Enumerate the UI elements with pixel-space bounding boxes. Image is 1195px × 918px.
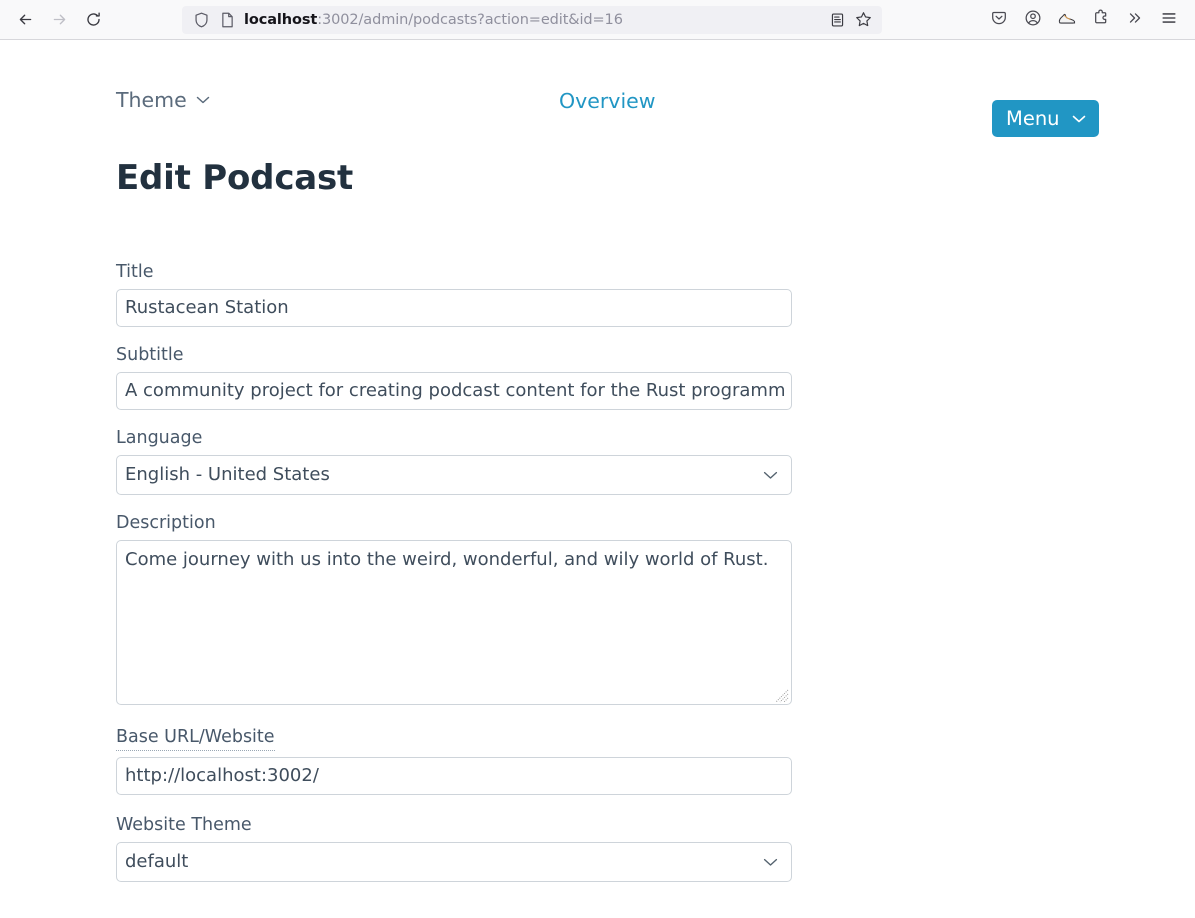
input-title[interactable]: Rustacean Station — [116, 289, 792, 327]
field-subtitle: Subtitle A community project for creatin… — [116, 345, 792, 410]
select-language-wrap: English - United States — [116, 455, 792, 495]
field-description: Description Come journey with us into th… — [116, 513, 792, 705]
forward-button[interactable] — [42, 5, 76, 35]
overview-link[interactable]: Overview — [559, 91, 656, 112]
sneaker-extension-icon — [1057, 9, 1077, 31]
chevron-down-icon — [196, 95, 210, 105]
field-title: Title Rustacean Station — [116, 262, 792, 327]
menu-button[interactable]: Menu — [992, 100, 1099, 137]
label-website-theme: Website Theme — [116, 815, 252, 835]
menu-button-label: Menu — [1006, 106, 1060, 130]
label-subtitle: Subtitle — [116, 345, 184, 365]
site-navbar: Theme Overview Menu — [0, 40, 1195, 137]
reader-view-icon[interactable] — [824, 7, 850, 33]
theme-dropdown[interactable]: Theme — [116, 90, 210, 111]
extensions-button[interactable] — [1085, 5, 1117, 35]
url-text[interactable]: localhost:3002/admin/podcasts?action=edi… — [240, 12, 824, 28]
extensions-puzzle-icon — [1092, 9, 1110, 31]
label-title: Title — [116, 262, 154, 282]
theme-dropdown-label: Theme — [116, 88, 187, 112]
reload-button[interactable] — [76, 5, 110, 35]
back-button[interactable] — [8, 5, 42, 35]
browser-toolbar: localhost:3002/admin/podcasts?action=edi… — [0, 0, 1195, 40]
select-website-theme[interactable]: default — [116, 842, 792, 882]
overflow-button[interactable] — [1119, 5, 1151, 35]
hamburger-menu-icon — [1160, 9, 1178, 31]
url-host: localhost — [244, 11, 318, 28]
browser-toolbar-right — [983, 5, 1187, 35]
chevron-down-icon — [1072, 114, 1086, 124]
url-path: :3002/admin/podcasts?action=edit&id=16 — [317, 11, 623, 28]
field-website-theme: Website Theme default — [116, 815, 792, 882]
label-description: Description — [116, 513, 216, 533]
select-language[interactable]: English - United States — [116, 455, 792, 495]
field-language: Language English - United States — [116, 428, 792, 495]
account-circle-icon — [1024, 9, 1042, 31]
page-content: Theme Overview Menu Edit Podcast Title R… — [0, 40, 1195, 918]
overflow-chevrons-icon — [1126, 9, 1144, 31]
page-title: Edit Podcast — [116, 158, 354, 198]
input-base-url[interactable]: http://localhost:3002/ — [116, 757, 792, 795]
back-arrow-icon — [17, 11, 34, 28]
edit-podcast-form: Title Rustacean Station Subtitle A commu… — [116, 262, 792, 882]
sneaker-extension-button[interactable] — [1051, 5, 1083, 35]
input-subtitle[interactable]: A community project for creating podcast… — [116, 372, 792, 410]
shield-icon[interactable] — [188, 7, 214, 33]
label-language: Language — [116, 428, 203, 448]
account-button[interactable] — [1017, 5, 1049, 35]
field-base-url: Base URL/Website http://localhost:3002/ — [116, 727, 792, 795]
textarea-description-wrap: Come journey with us into the weird, won… — [116, 540, 792, 705]
star-bookmark-icon[interactable] — [850, 7, 876, 33]
reload-icon — [85, 11, 102, 28]
address-bar[interactable]: localhost:3002/admin/podcasts?action=edi… — [182, 5, 882, 34]
pocket-save-button[interactable] — [983, 5, 1015, 35]
textarea-description[interactable]: Come journey with us into the weird, won… — [116, 540, 792, 705]
forward-arrow-icon — [51, 11, 68, 28]
pocket-save-icon — [990, 9, 1008, 31]
page-document-icon[interactable] — [214, 7, 240, 33]
app-menu-button[interactable] — [1153, 5, 1185, 35]
select-website-theme-wrap: default — [116, 842, 792, 882]
label-base-url: Base URL/Website — [116, 727, 275, 751]
